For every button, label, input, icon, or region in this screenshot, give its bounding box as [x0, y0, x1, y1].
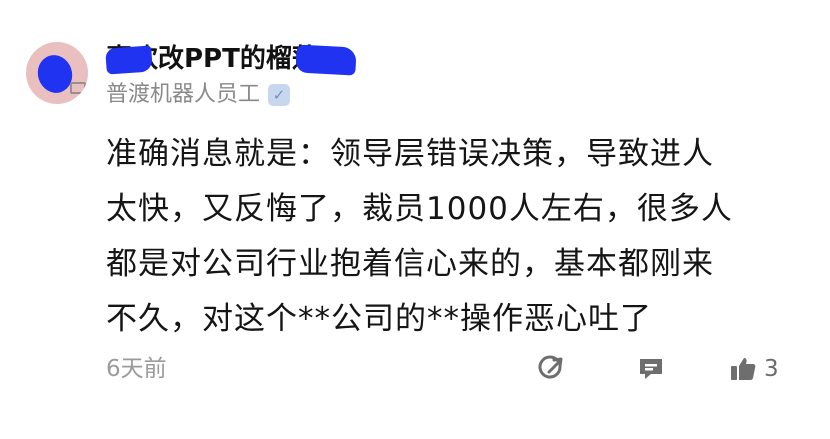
avatar-placeholder-icon — [70, 82, 86, 94]
name-redaction-right — [295, 44, 357, 76]
like-count: 3 — [764, 356, 779, 382]
content-line: 不久，对这个**公司的**操作恶心吐了 — [106, 301, 652, 337]
like-button[interactable]: 3 — [728, 354, 779, 384]
thumbs-up-icon — [731, 358, 756, 380]
post-content: 准确消息就是：领导层错误决策，导致进人 太快，又反悔了，裁员1000人左右，很多… — [106, 127, 796, 347]
comment-button[interactable] — [636, 354, 666, 384]
post-time: 6天前 — [106, 356, 167, 382]
content-line: 都是对公司行业抱着信心来的，基本都刚来 — [106, 246, 714, 282]
comment-icon — [640, 359, 662, 379]
author-row: 喜欢改PPT的榴莲 — [105, 42, 357, 76]
author-org: 普渡机器人员工 — [106, 82, 261, 107]
avatar[interactable] — [26, 42, 88, 104]
author-org-row: 普渡机器人员工 ✓ — [106, 80, 291, 110]
post-footer: 6天前 3 — [106, 350, 790, 388]
share-button[interactable] — [536, 354, 566, 384]
author-name[interactable]: 喜欢改PPT的榴莲 — [105, 42, 357, 76]
name-redaction-left — [105, 45, 153, 75]
share-edit-icon — [538, 355, 563, 379]
verified-check-icon: ✓ — [268, 84, 291, 106]
content-line: 准确消息就是：领导层错误决策，导致进人 — [106, 136, 714, 172]
content-line: 太快，又反悔了，裁员1000人左右，很多人 — [106, 191, 733, 227]
